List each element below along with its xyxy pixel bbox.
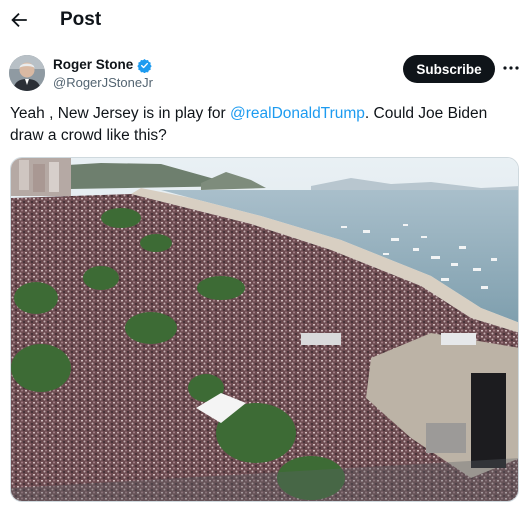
back-arrow-icon[interactable] bbox=[8, 9, 30, 31]
tweet-text-before: Yeah , New Jersey is in play for bbox=[10, 105, 230, 122]
author-handle[interactable]: @RogerJStoneJr bbox=[53, 75, 153, 91]
subscribe-button[interactable]: Subscribe bbox=[403, 55, 495, 83]
avatar[interactable] bbox=[9, 55, 45, 91]
tweet-text: Yeah , New Jersey is in play for @realDo… bbox=[10, 103, 522, 147]
tweet-photo[interactable] bbox=[10, 157, 519, 502]
page-title: Post bbox=[60, 9, 102, 30]
more-options-icon[interactable] bbox=[501, 58, 521, 78]
top-bar: Post bbox=[0, 0, 529, 40]
verified-badge-icon bbox=[137, 58, 152, 73]
author-name[interactable]: Roger Stone bbox=[53, 57, 133, 73]
mention-link[interactable]: @realDonaldTrump bbox=[230, 105, 365, 122]
author-name-row: Roger Stone bbox=[53, 57, 152, 73]
